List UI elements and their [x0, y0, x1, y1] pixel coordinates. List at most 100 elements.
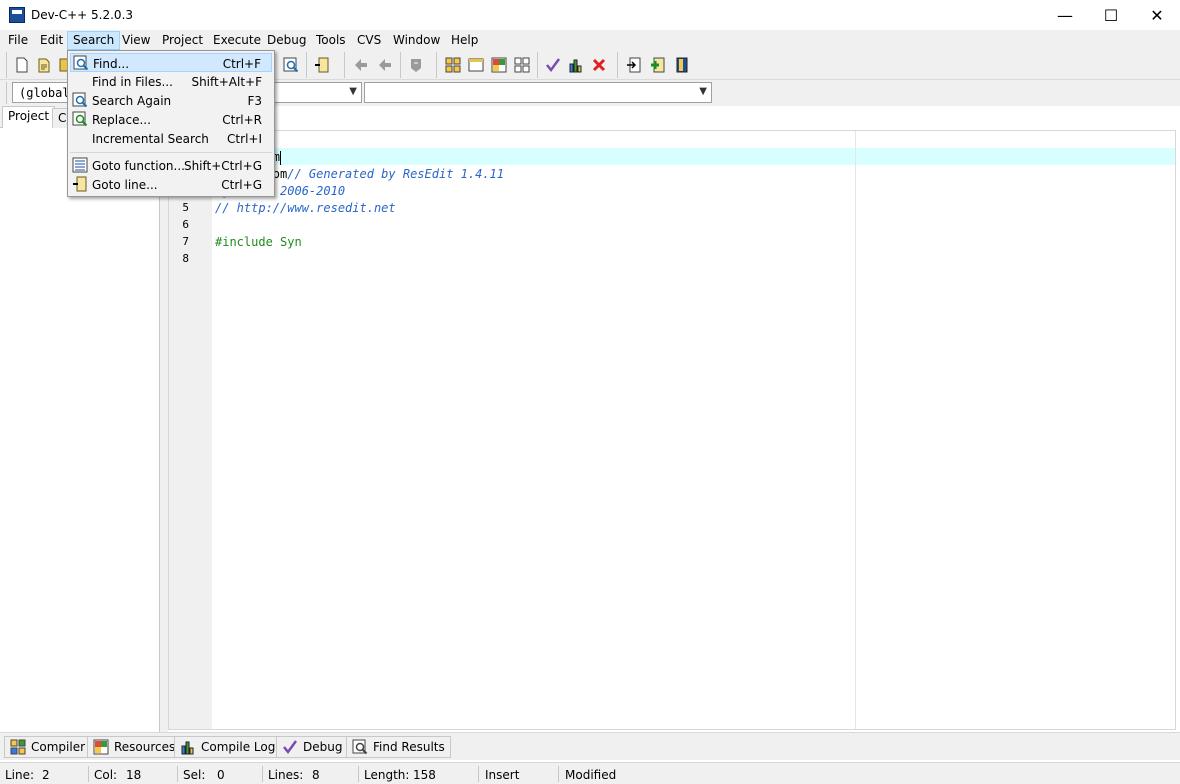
about-button[interactable] — [671, 54, 693, 76]
layout-button[interactable] — [511, 54, 533, 76]
minimize-button[interactable]: — — [1042, 0, 1088, 30]
tab-compiler[interactable]: Compiler — [4, 736, 92, 758]
menu-item-goto-function[interactable]: Goto function... Shift+Ctrl+G — [70, 156, 272, 175]
menu-file[interactable]: File — [2, 31, 34, 50]
menu-item-label: Goto function... — [92, 159, 185, 173]
app-icon — [9, 7, 25, 23]
toolbar-separator — [617, 52, 618, 78]
menu-item-find[interactable]: Find... Ctrl+F — [70, 53, 272, 72]
menu-item-search-again[interactable]: Search Again F3 — [70, 91, 272, 110]
menu-edit[interactable]: Edit — [34, 31, 69, 50]
grid-icon — [514, 57, 530, 73]
status-sel-label: Sel: — [183, 768, 206, 782]
tab-label: Resources — [114, 740, 176, 754]
add-icon — [651, 57, 665, 73]
stop-button[interactable] — [588, 54, 610, 76]
search-again-icon — [72, 92, 88, 108]
status-lines-label: Lines: — [268, 768, 304, 782]
menu-execute[interactable]: Execute — [207, 31, 267, 50]
line-number: 6 — [182, 218, 189, 231]
toolbar-separator — [537, 52, 538, 78]
menu-debug[interactable]: Debug — [261, 31, 312, 50]
goto-function-icon — [72, 157, 88, 173]
search-menu-dropdown: Find... Ctrl+F Find in Files... Shift+Al… — [67, 50, 275, 197]
code-comment: // http://www.resedit.net — [215, 201, 396, 215]
window-button[interactable] — [465, 54, 487, 76]
status-separator — [88, 766, 89, 782]
line-number: 8 — [182, 252, 189, 265]
current-line-highlight — [212, 148, 1175, 165]
arrow-left-icon — [355, 59, 367, 71]
compile-button[interactable] — [565, 54, 587, 76]
toolbar-separator — [344, 52, 345, 78]
add-watch-button[interactable] — [647, 54, 669, 76]
menu-project[interactable]: Project — [156, 31, 209, 50]
text-caret — [280, 150, 282, 165]
indent-forward-button[interactable] — [374, 54, 396, 76]
member-combo[interactable]: ▼ — [364, 82, 712, 103]
toolbar-grip — [6, 52, 7, 78]
check-syntax-button[interactable] — [542, 54, 564, 76]
indent-back-button[interactable] — [350, 54, 372, 76]
toggle-bookmark-button[interactable] — [405, 54, 427, 76]
menu-item-label: Search Again — [92, 94, 172, 108]
status-lines-value: 8 — [312, 768, 320, 782]
window-title: Dev-C++ 5.2.0.3 — [31, 8, 134, 22]
debug-button[interactable] — [623, 54, 645, 76]
menu-view[interactable]: View — [116, 31, 156, 50]
status-col-value: 18 — [126, 768, 142, 782]
combo-grip — [6, 82, 7, 104]
resources-icon — [491, 57, 507, 73]
status-length-label: Length: — [364, 768, 410, 782]
tab-project[interactable]: Project — [2, 106, 56, 128]
window-icon — [468, 58, 484, 72]
close-button[interactable]: ✕ — [1134, 0, 1180, 30]
tab-label: Find Results — [373, 740, 445, 754]
compile-log-icon — [181, 741, 194, 755]
menu-item-shortcut: Ctrl+I — [227, 132, 262, 146]
menu-tools[interactable]: Tools — [310, 31, 352, 50]
line-number: 7 — [182, 235, 189, 248]
menu-item-label: Find in Files... — [92, 75, 173, 89]
menu-item-goto-line[interactable]: Goto line... Ctrl+G — [70, 175, 272, 194]
code-line[interactable]: #include Syn — [215, 235, 302, 252]
resources-button[interactable] — [488, 54, 510, 76]
code-editor[interactable]: 5 6 7 8 a Testpedia.comtpedia.com// Gene… — [168, 130, 1176, 730]
tab-compile-log[interactable]: Compile Log — [174, 736, 282, 758]
menu-item-incremental-search[interactable]: Incremental Search Ctrl+I — [70, 129, 272, 148]
new-file-button[interactable] — [11, 54, 33, 76]
menu-item-label: Find... — [93, 57, 130, 71]
bar-chart-icon — [569, 59, 582, 73]
find-toolbar-button[interactable] — [280, 54, 302, 76]
open-file-button[interactable] — [33, 54, 55, 76]
panel-splitter[interactable] — [160, 106, 168, 732]
tab-debug[interactable]: Debug — [276, 736, 349, 758]
code-line[interactable]: // http://www.resedit.net — [215, 201, 396, 218]
menu-item-label: Replace... — [92, 113, 151, 127]
tab-find-results[interactable]: Find Results — [346, 736, 451, 758]
project-panel: Project C — [0, 106, 160, 732]
menu-cvs[interactable]: CVS — [351, 31, 387, 50]
code-comment: // Generated by ResEdit 1.4.11 — [287, 167, 504, 181]
new-project-button[interactable] — [442, 54, 464, 76]
maximize-button[interactable]: ☐ — [1088, 0, 1134, 30]
menu-window[interactable]: Window — [387, 31, 446, 50]
tab-resources[interactable]: Resources — [87, 736, 182, 758]
status-length-value: 158 — [413, 768, 436, 782]
title-bar: Dev-C++ 5.2.0.3 — ☐ ✕ — [0, 0, 1180, 30]
menu-item-replace[interactable]: Replace... Ctrl+R — [70, 110, 272, 129]
status-insert-mode: Insert — [485, 768, 520, 782]
book-icon — [676, 57, 688, 73]
checkmark-icon — [546, 58, 561, 73]
status-separator — [262, 766, 263, 782]
menu-separator — [70, 152, 272, 153]
menu-item-find-in-files[interactable]: Find in Files... Shift+Alt+F — [70, 72, 272, 91]
grid-icon — [445, 57, 461, 73]
menu-help[interactable]: Help — [445, 31, 484, 50]
tab-label: Compile Log — [201, 740, 276, 754]
status-line-label: Line: — [5, 768, 35, 782]
menu-search[interactable]: Search — [67, 31, 121, 50]
goto-line-toolbar-button[interactable] — [311, 54, 333, 76]
chevron-down-icon: ▼ — [699, 86, 707, 97]
code-preprocessor: #include Syn — [215, 235, 302, 249]
